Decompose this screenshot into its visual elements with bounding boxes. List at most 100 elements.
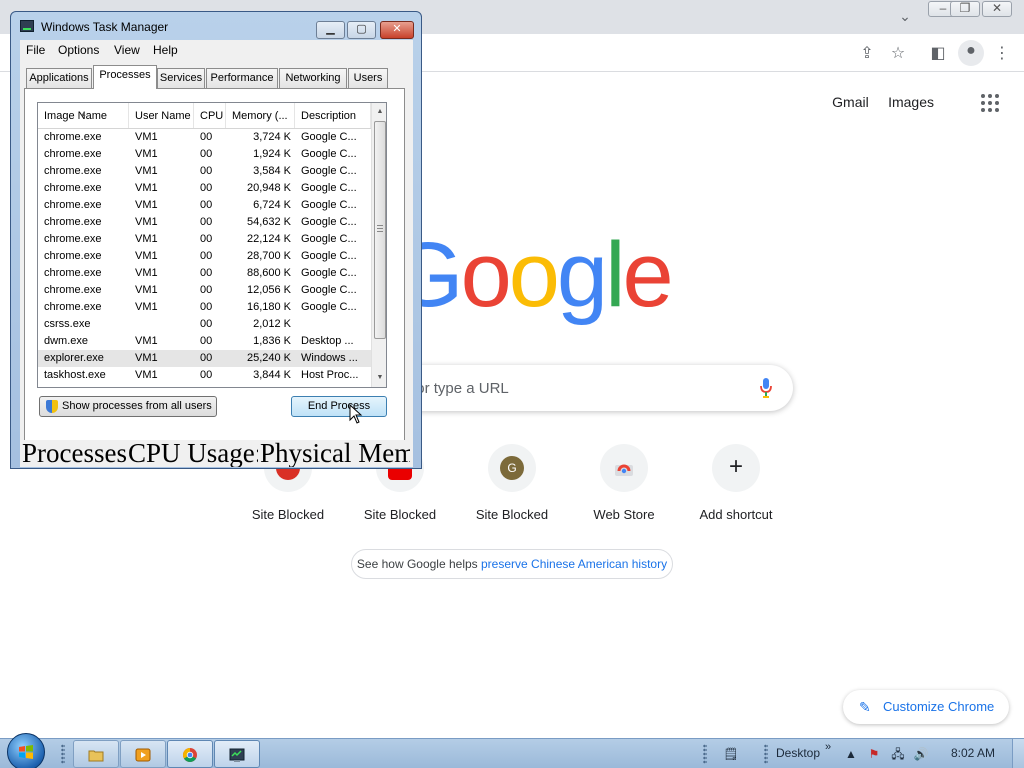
col-header-memory[interactable]: Memory (... (226, 103, 295, 128)
process-row[interactable]: chrome.exe VM1 00 28,700 K Google C... (38, 248, 371, 265)
menu-options[interactable]: Options (58, 43, 99, 57)
process-cell-desc: Host Proc... (301, 369, 359, 381)
add-shortcut-tile[interactable]: + Add shortcut (680, 444, 792, 522)
process-row[interactable]: chrome.exe VM1 00 54,632 K Google C... (38, 214, 371, 231)
desktop-toolbar-label[interactable]: Desktop (776, 746, 820, 760)
col-header-user-name[interactable]: User Name (129, 103, 194, 128)
process-cell-desc: Windows ... (301, 352, 358, 364)
start-button[interactable] (7, 733, 45, 768)
plus-icon: + (728, 453, 743, 480)
process-row[interactable]: chrome.exe VM1 00 88,600 K Google C... (38, 265, 371, 282)
bookmark-star-icon[interactable]: ☆ (887, 43, 909, 65)
shortcut-tile[interactable]: Web Store (568, 444, 680, 522)
promo-link[interactable]: preserve Chinese American history (481, 557, 667, 571)
action-center-notepad-icon[interactable]: 🗒 (723, 746, 739, 762)
show-desktop-button[interactable] (1012, 739, 1024, 768)
task-manager-titlebar[interactable]: Windows Task Manager ▁ ▢ ✕ (11, 12, 421, 40)
network-icon[interactable]: 🖧 (890, 746, 906, 762)
process-cell-desc: Google C... (301, 284, 357, 296)
maximize-button[interactable]: ▢ (347, 21, 376, 39)
share-icon[interactable]: ⇪ (856, 43, 878, 65)
chrome-restore-button[interactable]: ❐ (950, 1, 980, 17)
process-row[interactable]: csrss.exe 00 2,012 K (38, 316, 371, 333)
col-header-image-name[interactable]: ▲ Image Name (38, 103, 129, 128)
action-center-flag-icon[interactable]: ⚑ (866, 746, 882, 762)
process-row[interactable]: chrome.exe VM1 00 6,724 K Google C... (38, 197, 371, 214)
process-row[interactable]: chrome.exe VM1 00 1,924 K Google C... (38, 146, 371, 163)
process-cell-mem: 54,632 K (246, 216, 291, 228)
taskbar-grip[interactable] (764, 744, 768, 764)
tab-users[interactable]: Users (348, 68, 388, 88)
profile-avatar-icon[interactable]: ● (958, 40, 984, 66)
process-list-header: ▲ Image Name User Name CPU Memory (... D… (38, 103, 371, 129)
taskbar-chrome-button[interactable] (167, 740, 213, 768)
process-row[interactable]: taskhost.exe VM1 00 3,844 K Host Proc... (38, 367, 371, 384)
process-row[interactable]: chrome.exe VM1 00 3,584 K Google C... (38, 163, 371, 180)
volume-icon[interactable]: 🔊 (913, 746, 929, 762)
process-row[interactable]: explorer.exe VM1 00 25,240 K Windows ... (38, 350, 371, 367)
toolbar-overflow-chevron-icon[interactable]: » (825, 741, 831, 753)
taskbar-grip[interactable] (703, 744, 707, 764)
google-apps-icon[interactable] (981, 94, 999, 112)
chrome-menu-kebab-icon[interactable]: ⋮ (991, 43, 1013, 65)
chrome-icon (183, 748, 197, 762)
minimize-button[interactable]: ▁ (316, 21, 345, 39)
show-all-users-button[interactable]: Show processes from all users (39, 396, 217, 417)
scrollbar-thumb[interactable] (374, 121, 386, 339)
col-header-cpu[interactable]: CPU (194, 103, 226, 128)
gmail-link[interactable]: Gmail (832, 94, 869, 110)
process-row[interactable]: chrome.exe VM1 00 22,124 K Google C... (38, 231, 371, 248)
windows-logo-icon (19, 745, 33, 759)
customize-chrome-button[interactable]: ✎ Customize Chrome (843, 690, 1009, 724)
process-cell-user: VM1 (135, 301, 158, 313)
scroll-up-arrow-icon[interactable]: ▲ (372, 104, 386, 120)
process-list[interactable]: ▲ Image Name User Name CPU Memory (... D… (37, 102, 387, 388)
tab-applications[interactable]: Applications (26, 68, 92, 88)
vertical-scrollbar[interactable]: ▲ ▼ (371, 103, 386, 387)
shortcut-tile[interactable]: G Site Blocked (456, 444, 568, 522)
process-row[interactable]: chrome.exe VM1 00 3,724 K Google C... (38, 129, 371, 146)
scroll-down-arrow-icon[interactable]: ▼ (372, 370, 386, 386)
process-row[interactable]: chrome.exe VM1 00 12,056 K Google C... (38, 282, 371, 299)
col-header-description[interactable]: Description (295, 103, 371, 128)
images-link[interactable]: Images (888, 94, 934, 110)
task-manager-window: Windows Task Manager ▁ ▢ ✕ File Options … (10, 11, 422, 469)
promo-text: See how Google helps (356, 557, 481, 571)
process-cell-mem: 12,056 K (246, 284, 291, 296)
process-cell-desc: Google C... (301, 250, 357, 262)
process-row[interactable]: chrome.exe VM1 00 16,180 K Google C... (38, 299, 371, 316)
chrome-close-button[interactable]: ✕ (982, 1, 1012, 17)
process-cell-cpu: 00 (200, 182, 213, 194)
process-cell-cpu: 00 (200, 352, 213, 364)
process-row[interactable]: chrome.exe VM1 00 20,948 K Google C... (38, 180, 371, 197)
taskbar-task-manager-button[interactable] (214, 740, 260, 768)
process-cell-desc: Desktop ... (301, 335, 354, 347)
doodle-promo-chip[interactable]: See how Google helps preserve Chinese Am… (351, 549, 673, 579)
menu-file[interactable]: File (26, 43, 45, 57)
side-panel-icon[interactable]: ◧ (927, 43, 949, 65)
system-clock[interactable]: 8:02 AM (951, 746, 995, 760)
taskbar-grip[interactable] (61, 744, 65, 764)
process-row[interactable]: dwm.exe VM1 00 1,836 K Desktop ... (38, 333, 371, 350)
process-cell-desc: Google C... (301, 182, 357, 194)
end-process-button[interactable]: End Process (291, 396, 387, 417)
tab-networking[interactable]: Networking (279, 68, 347, 88)
process-cell-mem: 20,948 K (246, 182, 291, 194)
process-cell-desc: Google C... (301, 301, 357, 313)
taskbar-media-player-button[interactable] (120, 740, 166, 768)
tab-services[interactable]: Services (157, 68, 205, 88)
process-cell-name: chrome.exe (44, 216, 102, 228)
process-cell-desc: Google C... (301, 131, 357, 143)
menu-view[interactable]: View (114, 43, 140, 57)
tab-processes[interactable]: Processes (93, 65, 157, 89)
taskbar-explorer-button[interactable] (73, 740, 119, 768)
tab-performance[interactable]: Performance (206, 68, 278, 88)
process-cell-cpu: 00 (200, 131, 213, 143)
menu-help[interactable]: Help (153, 43, 178, 57)
voice-search-mic-icon[interactable] (759, 377, 773, 399)
task-manager-icon (229, 748, 245, 762)
show-hidden-icons-arrow-icon[interactable]: ▲ (843, 746, 859, 762)
close-button[interactable]: ✕ (380, 21, 414, 39)
tab-search-chevron-icon[interactable]: ⌄ (895, 6, 915, 26)
process-cell-user: VM1 (135, 352, 158, 364)
